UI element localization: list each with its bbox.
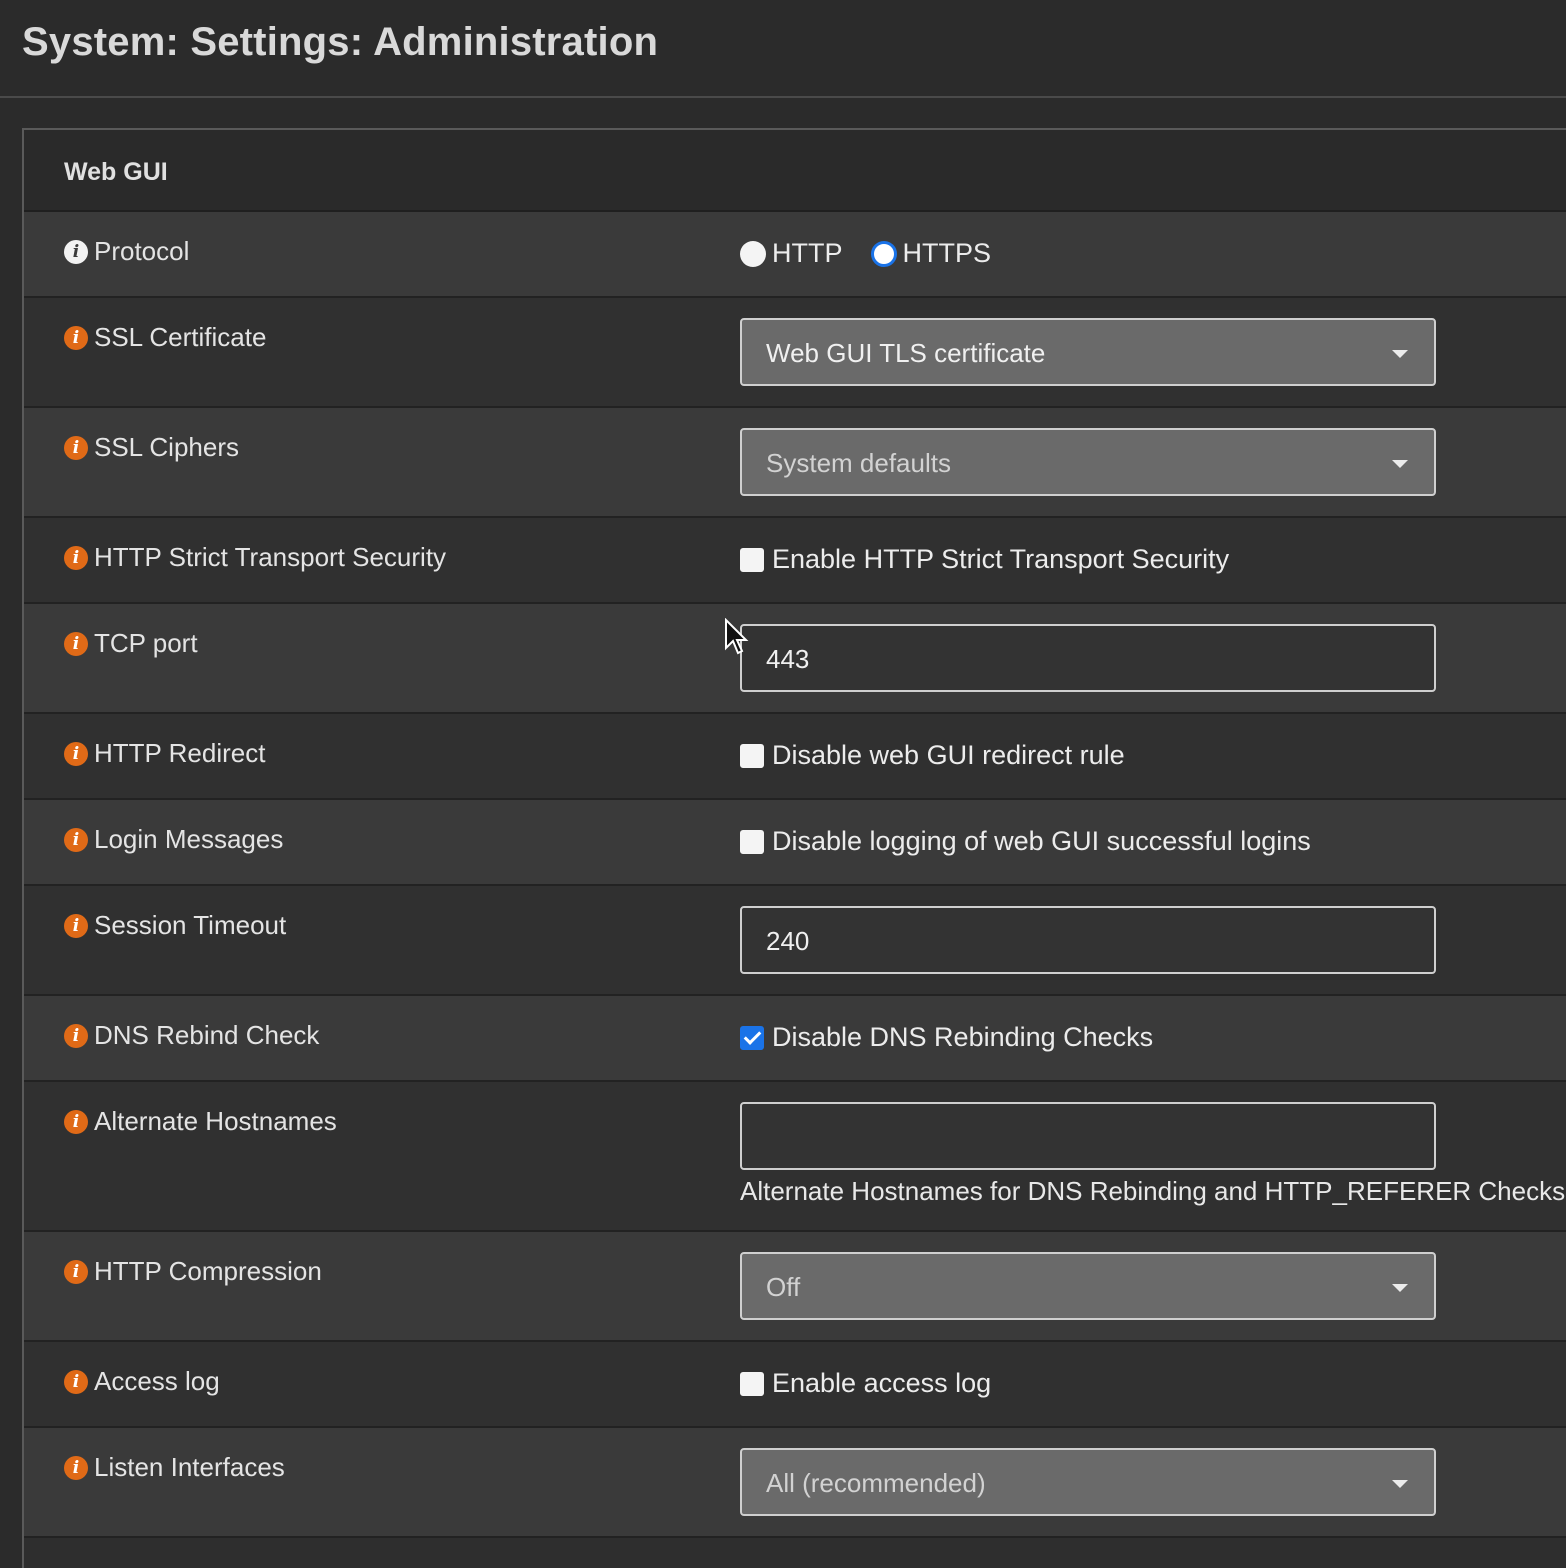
mouse-pointer-icon (725, 618, 749, 655)
http-radio[interactable] (740, 240, 766, 267)
protocol-option-http[interactable]: HTTP (740, 238, 843, 269)
tcp-port-row: i TCP port 443 (24, 604, 1566, 714)
dns-rebind-checkbox[interactable] (740, 1025, 764, 1050)
protocol-label-wrap: i Protocol (64, 236, 189, 267)
page-title: System: Settings: Administration (22, 20, 659, 64)
http-compression-label-wrap: i HTTP Compression (64, 1256, 322, 1287)
login-messages-label-wrap: i Login Messages (64, 824, 283, 855)
http-compression-row: i HTTP Compression Off (24, 1232, 1566, 1342)
ssl-ciphers-value: System defaults (766, 448, 951, 478)
session-timeout-label-wrap: i Session Timeout (64, 910, 286, 941)
info-icon[interactable]: i (64, 913, 88, 938)
ssl-ciphers-label: SSL Ciphers (94, 432, 239, 462)
tcp-port-input[interactable]: 443 (740, 624, 1436, 692)
dns-rebind-label-wrap: i DNS Rebind Check (64, 1020, 319, 1051)
http-redirect-label-wrap: i HTTP Redirect (64, 738, 265, 769)
info-icon[interactable]: i (64, 1259, 88, 1284)
access-log-checkbox-label: Enable access log (772, 1368, 992, 1398)
https-option-label: HTTPS (902, 238, 992, 268)
access-log-row: i Access log Enable access log (24, 1342, 1566, 1428)
alternate-hostnames-label-wrap: i Alternate Hostnames (64, 1106, 337, 1137)
https-radio[interactable] (870, 240, 897, 267)
ssl-certificate-label: SSL Certificate (94, 322, 267, 352)
ssl-certificate-row: i SSL Certificate Web GUI TLS certificat… (24, 298, 1566, 408)
info-icon[interactable]: i (64, 1369, 88, 1394)
listen-interfaces-value: All (recommended) (766, 1468, 986, 1498)
http-compression-label: HTTP Compression (94, 1256, 322, 1286)
ssl-certificate-value: Web GUI TLS certificate (766, 338, 1046, 368)
ssl-ciphers-row: i SSL Ciphers System defaults (24, 408, 1566, 518)
listen-interfaces-label-wrap: i Listen Interfaces (64, 1452, 285, 1483)
info-icon[interactable]: i (64, 325, 88, 350)
dns-rebind-label: DNS Rebind Check (94, 1020, 320, 1050)
http-redirect-checkbox-wrap[interactable]: Disable web GUI redirect rule (740, 740, 1125, 771)
http-compression-value: Off (766, 1272, 801, 1302)
login-messages-checkbox-label: Disable logging of web GUI successful lo… (772, 826, 1311, 856)
panel-title: Web GUI (64, 158, 168, 186)
http-option-label: HTTP (772, 238, 843, 268)
info-icon[interactable]: i (64, 741, 88, 766)
alternate-hostnames-row: i Alternate Hostnames Alternate Hostname… (24, 1082, 1566, 1232)
hsts-checkbox-wrap[interactable]: Enable HTTP Strict Transport Security (740, 544, 1229, 575)
info-icon[interactable]: i (64, 631, 88, 656)
hsts-checkbox[interactable] (740, 547, 764, 572)
info-icon[interactable]: i (64, 1109, 88, 1134)
http-redirect-checkbox[interactable] (740, 743, 764, 768)
login-messages-row: i Login Messages Disable logging of web … (24, 800, 1566, 886)
tcp-port-label: TCP port (94, 628, 198, 658)
ssl-ciphers-label-wrap: i SSL Ciphers (64, 432, 239, 463)
ssl-certificate-select[interactable]: Web GUI TLS certificate (740, 318, 1436, 386)
protocol-row: i Protocol HTTP HTTPS (24, 212, 1566, 298)
alternate-hostnames-label: Alternate Hostnames (94, 1106, 337, 1136)
info-icon[interactable]: i (64, 1455, 88, 1480)
chevron-down-icon (1392, 1284, 1408, 1292)
http-compression-select[interactable]: Off (740, 1252, 1436, 1320)
http-redirect-label: HTTP Redirect (94, 738, 266, 768)
ssl-certificate-label-wrap: i SSL Certificate (64, 322, 266, 353)
dns-rebind-row: i DNS Rebind Check Disable DNS Rebinding… (24, 996, 1566, 1082)
ssl-ciphers-select[interactable]: System defaults (740, 428, 1436, 496)
session-timeout-value: 240 (766, 926, 810, 956)
session-timeout-input[interactable]: 240 (740, 906, 1436, 974)
alternate-hostnames-input[interactable] (740, 1102, 1436, 1170)
dns-rebind-checkbox-wrap[interactable]: Disable DNS Rebinding Checks (740, 1022, 1153, 1053)
info-icon[interactable]: i (64, 1023, 88, 1048)
info-icon[interactable]: i (64, 435, 88, 460)
login-messages-checkbox[interactable] (740, 829, 764, 854)
tcp-port-value: 443 (766, 644, 810, 674)
protocol-label: Protocol (94, 236, 190, 266)
web-gui-panel: Web GUI i Protocol HTTP HTTPS i SSL Cert… (22, 128, 1566, 1568)
hsts-row: i HTTP Strict Transport Security Enable … (24, 518, 1566, 604)
info-icon[interactable]: i (64, 827, 88, 852)
info-icon[interactable]: i (64, 239, 88, 264)
session-timeout-row: i Session Timeout 240 (24, 886, 1566, 996)
access-log-checkbox-wrap[interactable]: Enable access log (740, 1368, 991, 1399)
http-redirect-checkbox-label: Disable web GUI redirect rule (772, 740, 1125, 770)
access-log-label-wrap: i Access log (64, 1366, 220, 1397)
panel-header: Web GUI (24, 130, 1566, 212)
dns-rebind-checkbox-label: Disable DNS Rebinding Checks (772, 1022, 1154, 1052)
listen-interfaces-row: i Listen Interfaces All (recommended) (24, 1428, 1566, 1538)
hsts-checkbox-label: Enable HTTP Strict Transport Security (772, 544, 1230, 574)
listen-interfaces-label: Listen Interfaces (94, 1452, 285, 1482)
chevron-down-icon (1392, 1480, 1408, 1488)
access-log-checkbox[interactable] (740, 1371, 764, 1396)
protocol-radio-group: HTTP HTTPS (740, 238, 1019, 269)
listen-interfaces-select[interactable]: All (recommended) (740, 1448, 1436, 1516)
chevron-down-icon (1392, 460, 1408, 468)
info-icon[interactable]: i (64, 545, 88, 570)
session-timeout-label: Session Timeout (94, 910, 287, 940)
tcp-port-label-wrap: i TCP port (64, 628, 198, 659)
hsts-label: HTTP Strict Transport Security (94, 542, 447, 572)
chevron-down-icon (1392, 350, 1408, 358)
alternate-hostnames-help: Alternate Hostnames for DNS Rebinding an… (740, 1176, 1566, 1206)
hsts-label-wrap: i HTTP Strict Transport Security (64, 542, 446, 573)
protocol-option-https[interactable]: HTTPS (870, 238, 992, 269)
login-messages-checkbox-wrap[interactable]: Disable logging of web GUI successful lo… (740, 826, 1311, 857)
access-log-label: Access log (94, 1366, 220, 1396)
page-header: System: Settings: Administration (0, 0, 1566, 98)
http-redirect-row: i HTTP Redirect Disable web GUI redirect… (24, 714, 1566, 800)
login-messages-label: Login Messages (94, 824, 284, 854)
